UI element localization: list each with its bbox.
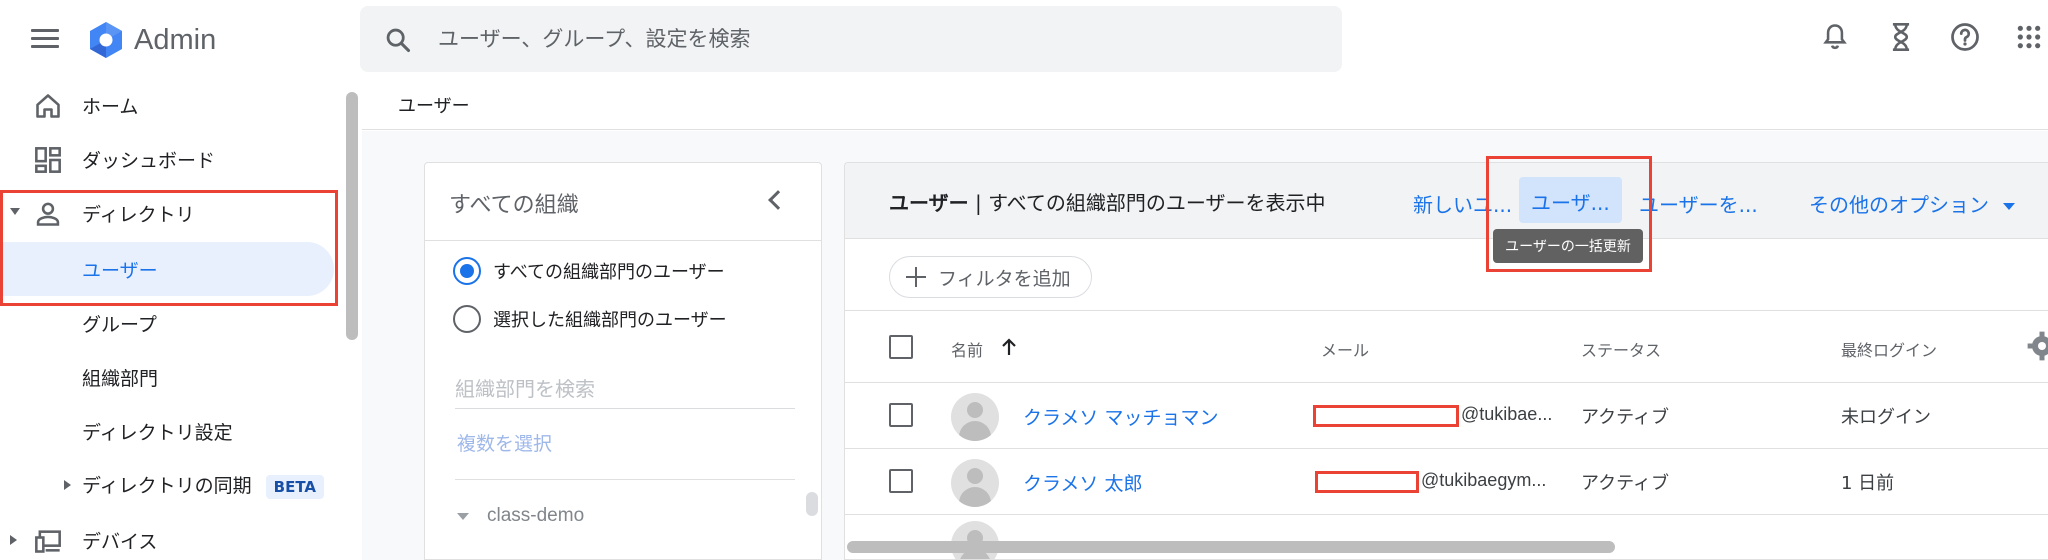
sort-ascending-icon[interactable] (1001, 337, 1017, 357)
sidebar-item-org-units[interactable]: 組織部門 (0, 350, 340, 404)
help-icon[interactable] (1946, 18, 1984, 56)
beta-badge: BETA (265, 475, 325, 499)
avatar (951, 459, 999, 507)
sidebar-item-label: ユーザー (82, 259, 158, 282)
avatar (951, 393, 999, 441)
sidebar-item-label: グループ (82, 313, 157, 336)
user-last-login: 1 日前 (1841, 473, 1895, 494)
sidebar-item-label: ディレクトリ (82, 203, 195, 226)
gear-icon[interactable] (2027, 331, 2048, 361)
sidebar-item-users[interactable]: ユーザー (0, 242, 334, 296)
add-filter-label: フィルタを追加 (938, 267, 1071, 290)
hourglass-icon[interactable] (1882, 18, 1920, 56)
radio-button-checked[interactable] (453, 257, 481, 285)
sidebar-item-label: ディレクトリ設定 (82, 421, 233, 444)
sidebar-item-label: 組織部門 (82, 367, 159, 390)
page-header: ユーザー (362, 80, 2048, 130)
main-menu-icon[interactable] (28, 24, 62, 54)
user-name-link[interactable]: クラメソ 太郎 (1023, 469, 1142, 496)
sidebar-item-label: ディレクトリの同期 BETA (82, 471, 325, 499)
person-icon (36, 202, 60, 226)
radio-button[interactable] (453, 305, 481, 333)
top-bar: Admin (0, 0, 2048, 80)
sidebar-item-home[interactable]: ホーム (0, 78, 340, 132)
redacted-email-box (1313, 405, 1459, 427)
column-header-email[interactable]: メール (1321, 337, 1369, 361)
bell-icon[interactable] (1816, 18, 1854, 56)
sidebar-item-groups[interactable]: グループ (0, 296, 340, 350)
users-panel-title: ユーザー | すべての組織部門のユーザーを表示中 (889, 191, 1326, 215)
dashboard-icon (35, 147, 61, 173)
horizontal-scrollbar[interactable] (847, 541, 1615, 553)
users-panel-header: ユーザー | すべての組織部門のユーザーを表示中 新しいユ... ユーザ... … (845, 163, 2048, 239)
search-icon (386, 28, 411, 53)
expand-caret-icon[interactable] (10, 208, 20, 215)
org-panel-header: すべての組織 (425, 163, 821, 241)
sidebar-item-label: ダッシュボード (82, 149, 216, 172)
add-filter-button[interactable]: フィルタを追加 (889, 256, 1092, 298)
column-header-status[interactable]: ステータス (1581, 337, 1661, 361)
radio-selected-org-units[interactable]: 選択した組織部門のユーザー (453, 303, 727, 335)
sidebar-item-devices[interactable]: デバイス (0, 513, 340, 560)
users-panel: ユーザー | すべての組織部門のユーザーを表示中 新しいユ... ユーザ... … (844, 162, 2048, 560)
radio-label: すべての組織部門のユーザー (493, 262, 725, 283)
bulk-update-users-button[interactable]: ユーザ... (1519, 177, 1622, 223)
app-brand[interactable]: Admin (134, 20, 216, 60)
tree-caret-icon[interactable] (457, 512, 469, 520)
user-email: @tukibae... (1461, 404, 1553, 424)
sidebar-item-directory-settings[interactable]: ディレクトリ設定 (0, 404, 340, 458)
home-icon (36, 94, 60, 118)
dropdown-caret-icon (2003, 203, 2015, 210)
org-tree-label: class-demo (487, 505, 585, 526)
sidebar-item-directory-sync[interactable]: ディレクトリの同期 BETA (0, 458, 340, 512)
user-status: アクティブ (1581, 407, 1670, 428)
user-name-link[interactable]: クラメソ マッチョマン (1023, 403, 1218, 430)
divider (455, 479, 795, 480)
column-header-last-login[interactable]: 最終ログイン (1841, 337, 1937, 361)
org-tree-item[interactable]: class-demo (457, 505, 584, 527)
admin-logo-icon (90, 22, 122, 58)
expand-caret-icon[interactable] (10, 535, 17, 545)
sidebar-scrollbar[interactable] (346, 92, 358, 340)
more-options-button[interactable]: その他のオプション (1809, 189, 2015, 218)
org-panel: すべての組織 すべての組織部門のユーザー 選択した組織部門のユーザー 複数を選択… (424, 162, 822, 560)
user-status: アクティブ (1581, 473, 1670, 494)
sidebar-item-label: ホーム (82, 95, 139, 118)
add-new-user-button[interactable]: 新しいユ... (1413, 189, 1512, 218)
org-panel-scrollbar[interactable] (806, 492, 818, 516)
select-all-checkbox[interactable] (889, 335, 913, 359)
column-header-name[interactable]: 名前 (951, 337, 983, 361)
user-last-login: 未ログイン (1841, 407, 1931, 428)
sidebar-item-directory[interactable]: ディレクトリ (0, 186, 340, 240)
multi-select-link[interactable]: 複数を選択 (457, 429, 552, 456)
table-row[interactable]: クラメソ 太郎 @tukibaegym... アクティブ 1 日前 (845, 449, 2048, 515)
apps-grid-icon[interactable] (2010, 18, 2048, 56)
org-panel-title: すべての組織 (449, 193, 579, 218)
plus-icon (906, 267, 926, 287)
sidebar-item-dashboard[interactable]: ダッシュボード (0, 132, 340, 186)
search-bar[interactable] (360, 6, 1342, 72)
table-header: 名前 メール ステータス 最終ログイン (845, 311, 2048, 383)
user-email: @tukibaegym... (1421, 470, 1547, 490)
sidebar-item-label: デバイス (82, 530, 158, 553)
filter-row: フィルタを追加 (845, 239, 2048, 311)
row-checkbox[interactable] (889, 403, 913, 427)
radio-all-org-units[interactable]: すべての組織部門のユーザー (453, 255, 725, 287)
page-title: ユーザー (398, 96, 470, 117)
expand-caret-icon[interactable] (64, 480, 71, 490)
collapse-panel-icon[interactable] (768, 190, 788, 210)
devices-icon (35, 530, 61, 553)
download-users-button[interactable]: ユーザーを... (1639, 189, 1758, 218)
redacted-email-box (1315, 471, 1419, 493)
row-checkbox[interactable] (889, 469, 913, 493)
radio-label: 選択した組織部門のユーザー (493, 310, 727, 331)
search-input[interactable] (438, 20, 1298, 58)
table-row[interactable]: クラメソ マッチョマン @tukibae... アクティブ 未ログイン (845, 383, 2048, 449)
org-unit-search-input[interactable] (455, 369, 795, 409)
